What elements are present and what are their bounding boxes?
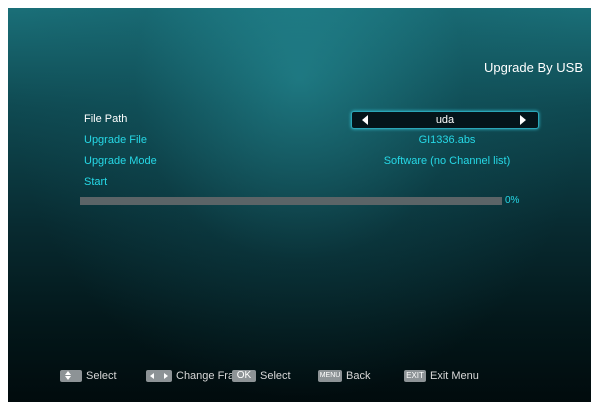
hint-exit-menu-text: Exit Menu (430, 370, 479, 382)
upgrade-mode-label: Upgrade Mode (84, 155, 157, 167)
right-arrow-icon[interactable] (520, 115, 526, 125)
start-row[interactable]: Start (84, 174, 544, 192)
file-path-label: File Path (84, 113, 128, 125)
upgrade-file-row[interactable]: Upgrade File GI1336.abs (84, 132, 544, 150)
hint-select: Select (60, 369, 117, 383)
footer-hints: Select Change Fram OK Select MENU Back E… (8, 369, 591, 385)
upgrade-file-label: Upgrade File (84, 134, 147, 146)
hint-exit-menu: EXIT Exit Menu (404, 369, 479, 383)
hint-ok-select: OK Select (232, 369, 291, 383)
hint-back-text: Back (346, 370, 371, 382)
hint-select-text: Select (86, 370, 117, 382)
upgrade-mode-value: Software (no Channel list) (383, 155, 511, 167)
menu-key-icon: MENU (318, 370, 342, 382)
left-right-arrows-icon (146, 370, 172, 382)
hint-ok-select-text: Select (260, 370, 291, 382)
file-path-selector[interactable]: uda (351, 111, 539, 129)
progress-percent: 0% (505, 195, 520, 206)
file-path-row[interactable]: File Path uda (84, 111, 544, 129)
tv-screen: Upgrade By USB File Path uda Upgrade Fil… (8, 8, 591, 402)
hint-change-frame: Change Fram (146, 369, 243, 383)
file-path-value: uda (435, 114, 455, 126)
progress-bar (80, 197, 502, 205)
page-title: Upgrade By USB (484, 60, 583, 75)
exit-key-icon: EXIT (404, 370, 426, 382)
up-down-arrows-icon (60, 370, 82, 382)
ok-key-icon: OK (232, 370, 256, 382)
left-arrow-icon[interactable] (362, 115, 368, 125)
start-label: Start (84, 176, 108, 188)
upgrade-file-value: GI1336.abs (418, 134, 476, 146)
upgrade-mode-row[interactable]: Upgrade Mode Software (no Channel list) (84, 153, 544, 171)
hint-back: MENU Back (318, 369, 370, 383)
